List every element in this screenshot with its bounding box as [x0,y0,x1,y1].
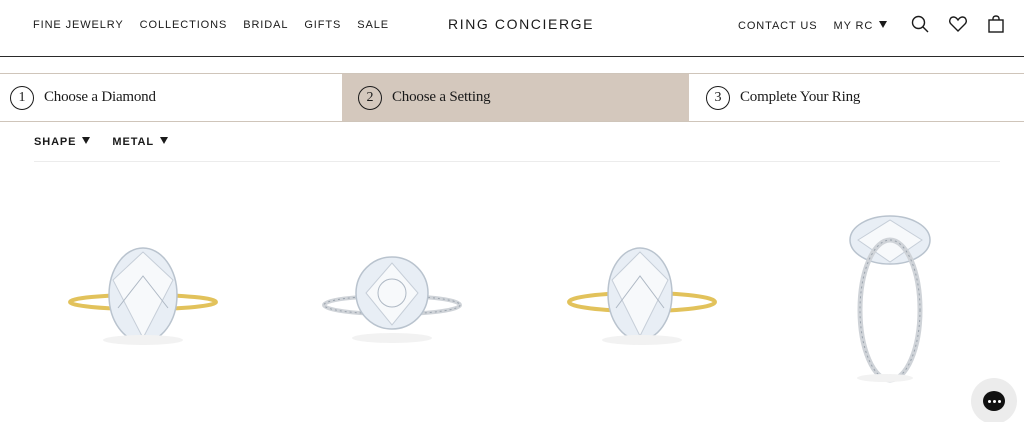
nav-bridal[interactable]: BRIDAL [243,19,288,31]
progress-steps: 1 Choose a Diamond 2 Choose a Setting 3 … [0,73,1024,122]
step-number: 1 [10,85,34,110]
ring-image [567,247,717,345]
primary-nav: FINE JEWELRY COLLECTIONS BRIDAL GIFTS SA… [33,19,405,31]
step-label: Complete Your Ring [740,89,861,105]
ring-image [68,247,218,345]
search-icon[interactable] [910,14,930,34]
product-card[interactable] [530,190,750,390]
secondary-nav: CONTACT US MY RC [738,20,903,32]
heart-icon[interactable] [948,14,968,34]
shape-filter[interactable]: SHAPE [34,136,91,161]
ring-image [322,256,462,343]
chat-button[interactable] [971,378,1017,422]
nav-fine-jewelry[interactable]: FINE JEWELRY [33,19,124,31]
nav-gifts[interactable]: GIFTS [304,19,341,31]
nav-sale[interactable]: SALE [357,19,389,31]
step-complete-ring[interactable]: 3 Complete Your Ring [689,74,1024,121]
header-icons [910,14,1006,34]
contact-us-link[interactable]: CONTACT US [738,20,818,32]
nav-collections[interactable]: COLLECTIONS [140,19,228,31]
caret-down-icon [879,21,888,28]
product-card[interactable] [33,190,253,390]
caret-down-icon [82,137,91,144]
step-choose-setting[interactable]: 2 Choose a Setting [342,74,689,121]
ring-image [849,215,931,383]
step-choose-diamond[interactable]: 1 Choose a Diamond [0,74,342,121]
chat-bubble-icon [983,391,1005,411]
step-number: 2 [358,85,382,110]
site-header: FINE JEWELRY COLLECTIONS BRIDAL GIFTS SA… [0,0,1024,57]
metal-filter-label: METAL [112,136,154,148]
bag-icon[interactable] [986,14,1006,34]
filter-bar: SHAPE METAL [34,136,1000,162]
step-label: Choose a Setting [392,89,491,105]
caret-down-icon [159,137,168,144]
product-card[interactable] [280,190,500,390]
my-rc-menu[interactable]: MY RC [834,20,888,32]
shape-filter-label: SHAPE [34,136,77,148]
my-rc-label: MY RC [833,20,874,32]
step-label: Choose a Diamond [44,89,156,105]
metal-filter[interactable]: METAL [112,136,168,161]
brand-logo[interactable]: RING CONCIERGE [448,16,594,32]
product-card[interactable] [780,190,1000,390]
step-number: 3 [706,85,730,110]
